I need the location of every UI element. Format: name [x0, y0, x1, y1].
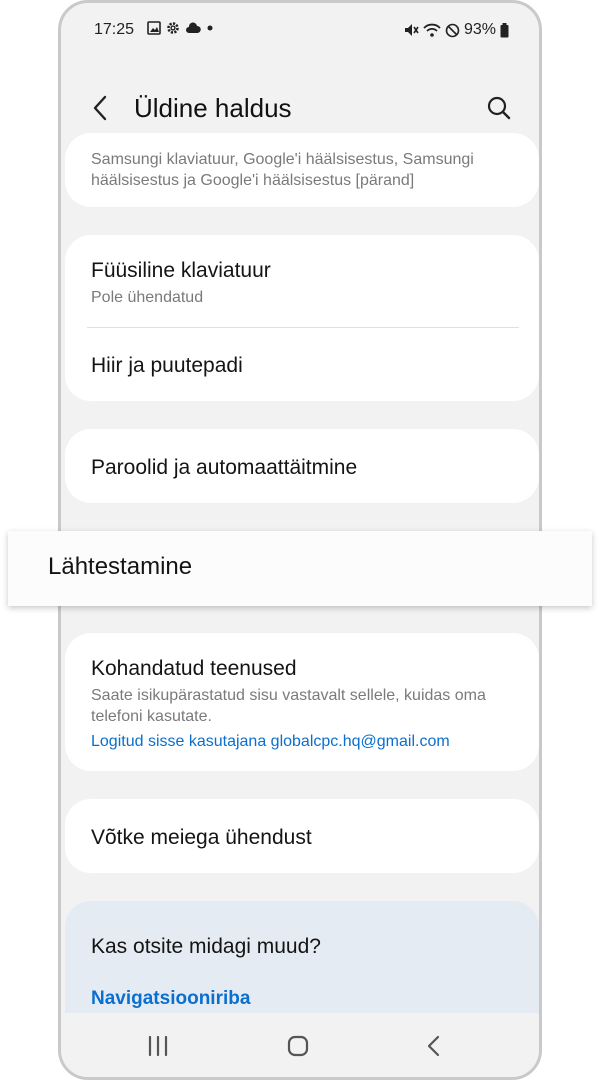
- suggestions-heading: Kas otsite midagi muud?: [91, 935, 321, 958]
- physical-keyboard-status: Pole ühendatud: [91, 289, 204, 306]
- customization-service-item[interactable]: Kohandatud teenused Saate isikupärastatu…: [65, 633, 539, 771]
- chevron-left-icon: [93, 95, 107, 121]
- recent-apps-icon: [148, 1035, 168, 1057]
- physical-keyboard-item[interactable]: Füüsiline klaviatuur Pole ühendatud: [65, 235, 539, 327]
- passwords-autofill-item[interactable]: Paroolid ja automaattäitmine: [65, 429, 539, 503]
- status-time: 17:25: [94, 21, 135, 38]
- gallery-icon: [147, 21, 161, 35]
- search-icon: [487, 96, 511, 120]
- contact-us-title: Võtke meiega ühendust: [91, 826, 312, 849]
- page-title: Üldine haldus: [134, 93, 292, 123]
- back-icon: [427, 1035, 440, 1057]
- contact-us-item[interactable]: Võtke meiega ühendust: [65, 799, 539, 873]
- navigation-bar-link[interactable]: Navigatsiooniriba: [91, 988, 250, 1010]
- back-button[interactable]: [86, 93, 116, 123]
- back-nav-button[interactable]: [419, 1031, 449, 1061]
- input-methods-card[interactable]: Samsungi klaviatuur, Google'i häälsisest…: [65, 133, 539, 207]
- mouse-trackpad-title: Hiir ja puutepadi: [91, 354, 243, 377]
- mouse-trackpad-item[interactable]: Hiir ja puutepadi: [65, 328, 539, 401]
- signed-in-account-link[interactable]: Logitud sisse kasutajana globalcpc.hq@gm…: [91, 733, 450, 751]
- passwords-autofill-title: Paroolid ja automaattäitmine: [91, 456, 358, 479]
- mute-icon: [404, 24, 419, 36]
- notification-icons: [147, 21, 214, 35]
- customization-service-subtitle: Saate isikupärastatud sisu vastavalt sel…: [91, 687, 486, 725]
- home-icon: [287, 1035, 309, 1057]
- physical-keyboard-title: Füüsiline klaviatuur: [91, 259, 271, 282]
- input-methods-subtitle: Samsungi klaviatuur, Google'i häälsisest…: [91, 151, 474, 189]
- status-right-icons: 93%: [403, 21, 509, 39]
- status-bar: 17:25 93%: [61, 3, 539, 53]
- search-button[interactable]: [484, 93, 514, 123]
- navigation-bar: [61, 1013, 539, 1077]
- cloud-icon: [186, 22, 201, 33]
- wifi-icon: [423, 23, 441, 37]
- keyboard-mouse-card: Füüsiline klaviatuur Pole ühendatud Hiir…: [65, 235, 539, 401]
- home-button[interactable]: [283, 1031, 313, 1061]
- recent-apps-button[interactable]: [143, 1031, 173, 1061]
- reset-title: Lähtestamine: [48, 553, 193, 580]
- settings-gear-icon: [167, 22, 179, 34]
- do-not-disturb-icon: [445, 23, 460, 37]
- battery-icon: [500, 22, 509, 37]
- more-notifications-dot-icon: [207, 25, 213, 31]
- reset-item-highlighted[interactable]: Lähtestamine: [8, 531, 592, 606]
- battery-percent: 93%: [463, 21, 496, 38]
- customization-service-title: Kohandatud teenused: [91, 657, 297, 680]
